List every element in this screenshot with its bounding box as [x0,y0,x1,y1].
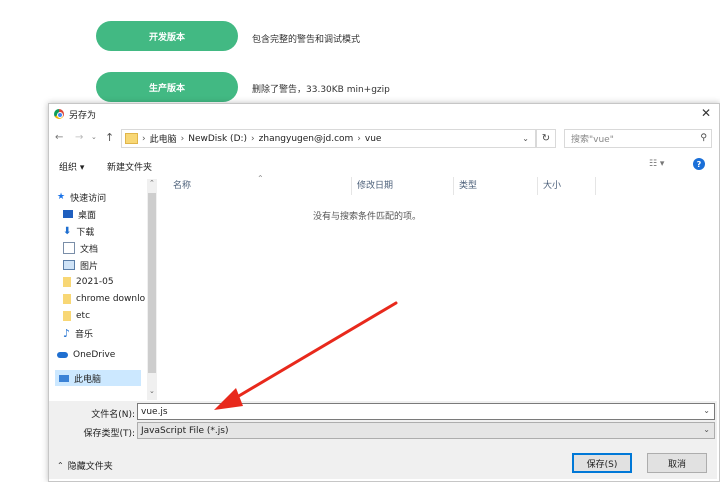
arrow-head-icon [214,388,243,410]
annotation-arrow [214,301,398,410]
arrow-shaft [230,301,398,402]
